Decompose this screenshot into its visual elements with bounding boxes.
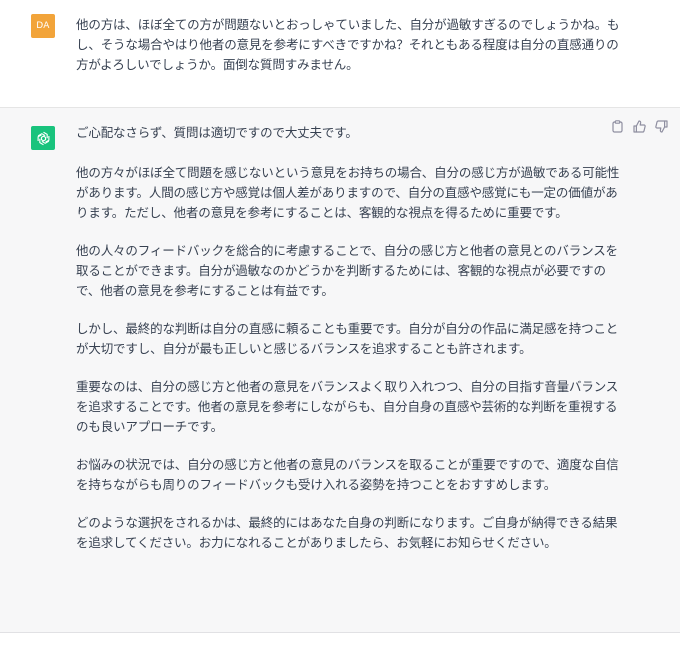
copy-icon[interactable] (611, 119, 624, 133)
assistant-paragraph: 他の方々がほぼ全て問題を感じないという意見をお持ちの場合、自分の感じ方が過敏であ… (76, 165, 620, 220)
assistant-message-content: ご心配なさらず、質問は適切ですので大丈夫です。 他の方々がほぼ全て問題を感じない… (76, 125, 621, 632)
user-message: DA 他の方は、ほぼ全ての方が問題ないとおっしゃていました、自分が過敏すぎるので… (0, 0, 680, 108)
user-message-content: 他の方は、ほぼ全ての方が問題ないとおっしゃていました、自分が過敏すぎるのでしょう… (76, 14, 621, 107)
message-actions (611, 119, 668, 133)
thumbs-up-icon[interactable] (633, 119, 646, 133)
assistant-message: ご心配なさらず、質問は適切ですので大丈夫です。 他の方々がほぼ全て問題を感じない… (0, 108, 680, 633)
assistant-paragraph: 他の人々のフィードバックを総合的に考慮することで、自分の感じ方と他者の意見とのバ… (76, 243, 618, 298)
assistant-avatar (31, 126, 55, 150)
assistant-paragraph: どのような選択をされるかは、最終的にはあなた自身の判断になります。ご自身が納得で… (76, 515, 618, 550)
assistant-paragraph: しかし、最終的な判断は自分の直感に頼ることも重要です。自分が自分の作品に満足感を… (76, 321, 619, 356)
user-avatar: DA (31, 14, 55, 38)
assistant-paragraph: 重要なのは、自分の感じ方と他者の意見をバランスよく取り入れつつ、自分の目指す音量… (76, 379, 619, 434)
thumbs-down-icon[interactable] (655, 119, 668, 133)
assistant-paragraph: ご心配なさらず、質問は適切ですので大丈夫です。 (76, 125, 358, 140)
assistant-paragraph: お悩みの状況では、自分の感じ方と他者の意見のバランスを取ることが重要ですので、適… (76, 457, 619, 492)
openai-logo-icon (37, 131, 49, 145)
user-message-text: 他の方は、ほぼ全ての方が問題ないとおっしゃていました、自分が過敏すぎるのでしょう… (76, 17, 620, 72)
user-avatar-initials: DA (36, 21, 50, 31)
